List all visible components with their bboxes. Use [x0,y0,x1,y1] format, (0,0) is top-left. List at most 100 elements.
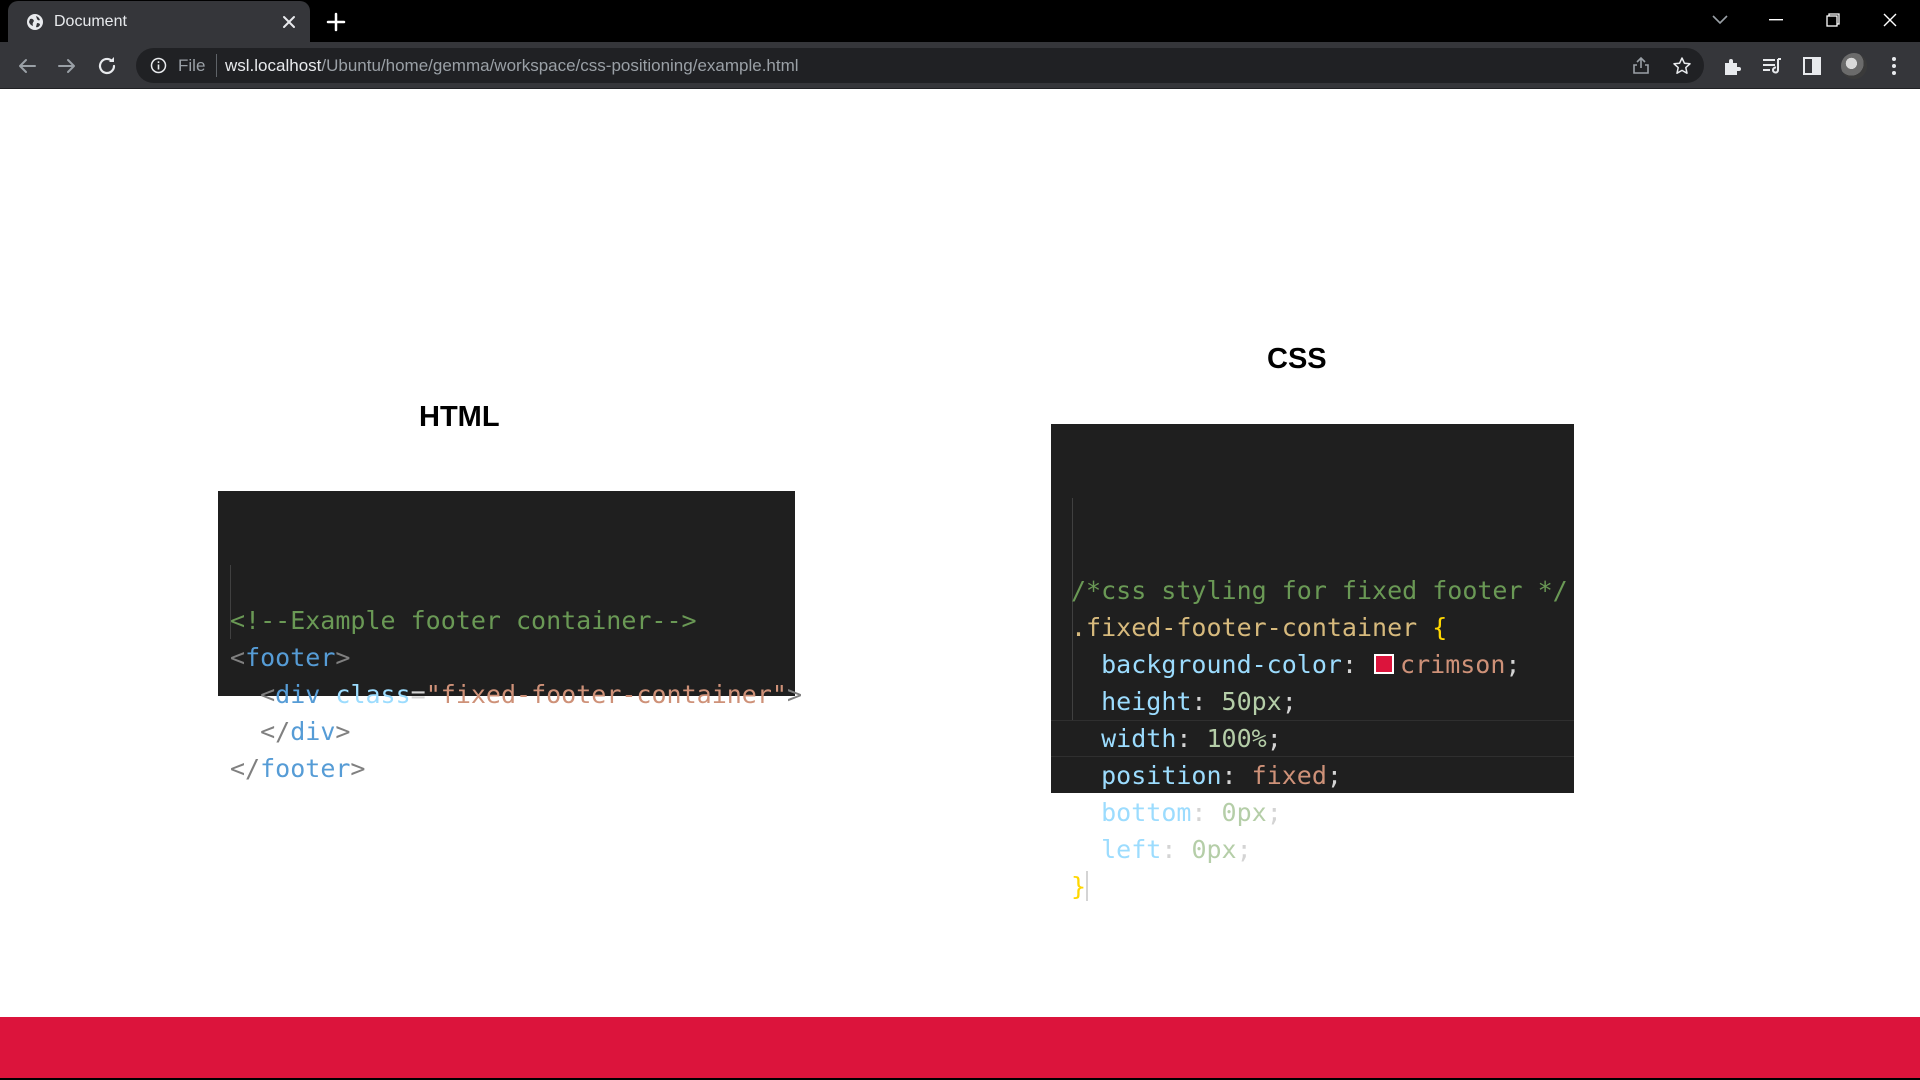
code-token: bottom [1101,798,1192,827]
code-token: crimson [1400,650,1506,679]
code-token: </ [230,754,261,783]
code-line: </footer> [230,750,795,787]
code-token: div [275,680,321,709]
puzzle-icon[interactable] [1720,54,1744,78]
code-token: 0px [1221,798,1267,827]
url-text[interactable]: wsl.localhost/Ubuntu/home/gemma/workspac… [225,56,799,76]
code-token: : [1341,650,1373,679]
kebab-menu-icon[interactable] [1882,54,1906,78]
code-line: position: fixed; [1071,757,1574,794]
tab-search-chevron-icon [1712,15,1728,25]
code-token: ; [1236,835,1252,864]
share-icon[interactable] [1631,56,1651,76]
code-line: width: 100%; [1071,720,1574,757]
scheme-divider [216,54,217,77]
code-token: = [410,680,426,709]
code-token: "fixed-footer-container" [425,680,787,709]
info-icon[interactable] [150,57,167,74]
reload-icon[interactable] [95,54,119,78]
tab-strip: Document [0,0,1920,42]
restore-icon [1826,13,1840,27]
code-token: : [1161,835,1192,864]
url-path: /Ubuntu/home/gemma/workspace/css-positio… [321,56,799,75]
code-token: : [1176,724,1207,753]
globe-icon [27,14,43,30]
code-token: 50px [1221,687,1282,716]
code-token: <!--Example footer container--> [230,606,697,635]
code-line: bottom: 0px; [1071,794,1574,831]
code-token: .fixed-footer-container [1071,613,1418,642]
window-close-icon [1883,13,1897,27]
star-icon[interactable] [1672,56,1692,76]
code-token: height [1101,687,1192,716]
browser-tab[interactable]: Document [8,1,310,42]
code-token: : [1191,798,1222,827]
color-swatch [1374,654,1395,674]
code-token: < [230,643,246,672]
restore-button[interactable] [1805,0,1861,40]
code-token: > [350,754,366,783]
css-code-block: /*css styling for fixed footer */ .fixed-… [1051,424,1574,901]
minimize-icon [1769,19,1783,21]
html-code-block: <!--Example footer container--> <footer> … [218,491,802,783]
code-token: class [335,680,411,709]
code-line: } [1071,868,1574,905]
code-token: footer [245,643,336,672]
code-token: ; [1266,798,1282,827]
code-token: footer [260,754,351,783]
code-token: } [1071,872,1087,901]
code-token: : [1221,761,1252,790]
code-token: > [786,680,803,709]
code-token: < [260,680,276,709]
text-cursor [1086,871,1089,901]
plus-icon[interactable] [324,10,348,34]
scheme-label: File [178,56,206,75]
code-token: { [1432,613,1448,642]
tab-search-button[interactable] [1692,0,1748,40]
avatar[interactable] [1841,53,1867,79]
html-heading: HTML [419,401,500,433]
code-token: </ [260,717,291,746]
window-close-button[interactable] [1862,0,1918,40]
tab-title: Document [54,13,127,30]
code-token: position [1101,761,1222,790]
code-line: </div> [230,713,795,750]
code-line: background-color: crimson; [1071,646,1574,683]
close-icon[interactable] [278,11,300,33]
code-token: ; [1505,650,1521,679]
code-token: div [290,717,336,746]
code-token: background-color [1101,650,1342,679]
code-token: left [1101,835,1162,864]
code-line: left: 0px; [1071,831,1574,868]
forward-arrow-icon[interactable] [55,54,79,78]
minimize-button[interactable] [1748,0,1804,40]
code-line: <footer> [230,639,795,676]
side-panel-icon[interactable] [1800,54,1824,78]
code-token: > [335,717,351,746]
code-line: height: 50px; [1071,683,1574,720]
code-token: /*css styling for fixed footer */ [1071,576,1568,605]
code-token: 0px [1191,835,1237,864]
browser-toolbar: File wsl.localhost/Ubuntu/home/gemma/wor… [0,42,1920,89]
reading-list-icon[interactable] [1760,54,1784,78]
code-token: ; [1266,724,1282,753]
address-bar[interactable]: File wsl.localhost/Ubuntu/home/gemma/wor… [136,48,1704,83]
code-token: > [335,643,351,672]
code-token: : [1191,687,1222,716]
code-line: <div class="fixed-footer-container"> [230,676,802,713]
url-host: wsl.localhost [225,56,322,75]
page-viewport: HTML CSS <!--Example footer container-->… [0,89,1920,1080]
code-token: width [1101,724,1177,753]
code-token: 100% [1206,724,1267,753]
back-arrow-icon[interactable] [15,54,39,78]
